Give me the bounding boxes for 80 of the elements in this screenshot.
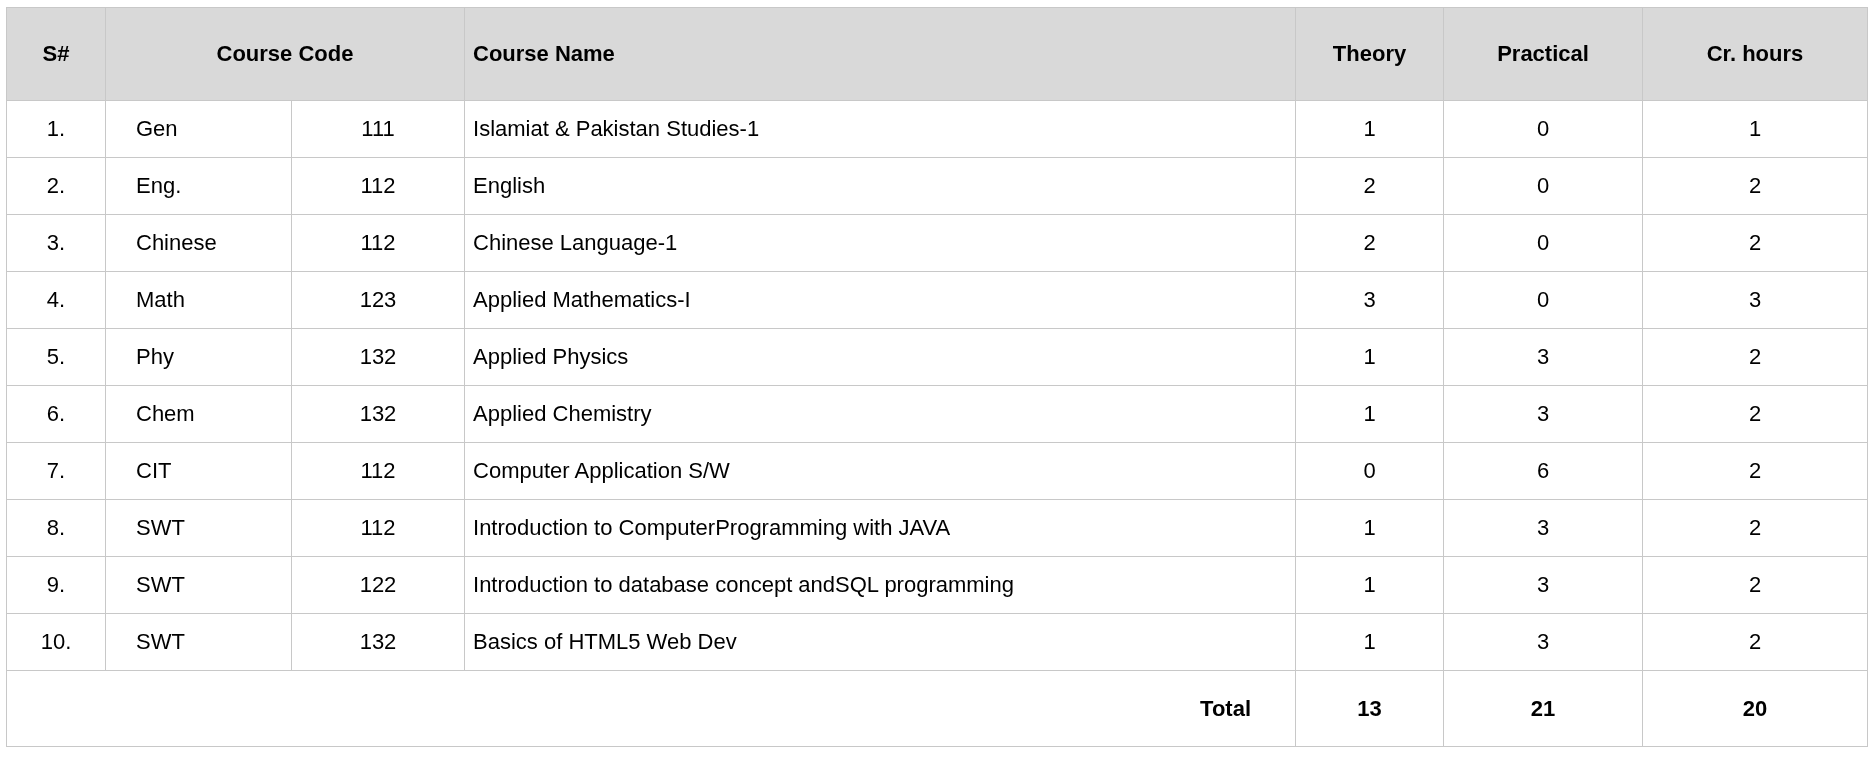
table-cell: 9. xyxy=(6,556,106,614)
table-cell: 6. xyxy=(6,385,106,443)
table-cell: Math xyxy=(105,271,292,329)
table-cell: Basics of HTML5 Web Dev xyxy=(464,613,1296,671)
table-cell: Introduction to database concept andSQL programming xyxy=(464,556,1296,614)
table-cell: Gen xyxy=(105,100,292,158)
table-cell: 5. xyxy=(6,328,106,386)
table-cell: 2 xyxy=(1642,613,1868,671)
table-cell: Applied Physics xyxy=(464,328,1296,386)
table-cell: Chinese xyxy=(105,214,292,272)
table-cell: Chem xyxy=(105,385,292,443)
table-cell: 1 xyxy=(1295,499,1444,557)
table-cell: 1 xyxy=(1295,556,1444,614)
table-cell: 4. xyxy=(6,271,106,329)
table-cell: 3 xyxy=(1443,499,1643,557)
table-cell: 0 xyxy=(1443,157,1643,215)
table-cell: 1 xyxy=(1295,100,1444,158)
table-cell: 2 xyxy=(1642,556,1868,614)
table-cell: 13 xyxy=(1295,670,1444,747)
table-cell: 132 xyxy=(291,328,465,386)
table-cell: 112 xyxy=(291,214,465,272)
column-header: S# xyxy=(6,7,106,101)
table-cell: 1 xyxy=(1295,328,1444,386)
table-cell: Introduction to ComputerProgramming with JAVA xyxy=(464,499,1296,557)
column-header: Theory xyxy=(1295,7,1444,101)
table-cell: 2 xyxy=(1295,214,1444,272)
column-header: Practical xyxy=(1443,7,1643,101)
table-cell: 2 xyxy=(1642,499,1868,557)
column-header: Cr. hours xyxy=(1642,7,1868,101)
table-cell: 3. xyxy=(6,214,106,272)
table-cell: 0 xyxy=(1443,100,1643,158)
table-cell: CIT xyxy=(105,442,292,500)
table-cell: 3 xyxy=(1295,271,1444,329)
table-cell: 3 xyxy=(1443,385,1643,443)
table-cell: SWT xyxy=(105,613,292,671)
table-cell: Computer Application S/W xyxy=(464,442,1296,500)
table-cell: 7. xyxy=(6,442,106,500)
total-label: Total xyxy=(6,670,1296,747)
table-cell: 0 xyxy=(1443,214,1643,272)
table-cell: 112 xyxy=(291,442,465,500)
table-cell: 3 xyxy=(1443,556,1643,614)
table-cell: 112 xyxy=(291,499,465,557)
table-cell: 2 xyxy=(1642,214,1868,272)
table-cell: 3 xyxy=(1443,613,1643,671)
table-cell: 0 xyxy=(1295,442,1444,500)
table-cell: 2 xyxy=(1642,385,1868,443)
column-header: Course Name xyxy=(464,7,1296,101)
table-cell: 10. xyxy=(6,613,106,671)
table-cell: 2 xyxy=(1295,157,1444,215)
table-cell: Chinese Language-1 xyxy=(464,214,1296,272)
table-cell: English xyxy=(464,157,1296,215)
table-cell: 2. xyxy=(6,157,106,215)
table-cell: 6 xyxy=(1443,442,1643,500)
table-cell: 122 xyxy=(291,556,465,614)
table-cell: 3 xyxy=(1642,271,1868,329)
table-cell: Islamiat & Pakistan Studies-1 xyxy=(464,100,1296,158)
table-cell: Applied Chemistry xyxy=(464,385,1296,443)
table-cell: 2 xyxy=(1642,157,1868,215)
table-cell: 1 xyxy=(1642,100,1868,158)
table-cell: Eng. xyxy=(105,157,292,215)
table-cell: 1 xyxy=(1295,385,1444,443)
table-cell: 1. xyxy=(6,100,106,158)
table-cell: 132 xyxy=(291,613,465,671)
table-cell: 132 xyxy=(291,385,465,443)
table-cell: SWT xyxy=(105,556,292,614)
table-cell: Phy xyxy=(105,328,292,386)
table-cell: 123 xyxy=(291,271,465,329)
column-header: Course Code xyxy=(105,7,465,101)
table-cell: 8. xyxy=(6,499,106,557)
table-cell: 1 xyxy=(1295,613,1444,671)
table-cell: 2 xyxy=(1642,328,1868,386)
table-cell: 20 xyxy=(1642,670,1868,747)
table-cell: 2 xyxy=(1642,442,1868,500)
table-cell: 111 xyxy=(291,100,465,158)
table-cell: Applied Mathematics-I xyxy=(464,271,1296,329)
table-cell: SWT xyxy=(105,499,292,557)
table-cell: 21 xyxy=(1443,670,1643,747)
table-cell: 3 xyxy=(1443,328,1643,386)
table-cell: 112 xyxy=(291,157,465,215)
table-cell: 0 xyxy=(1443,271,1643,329)
